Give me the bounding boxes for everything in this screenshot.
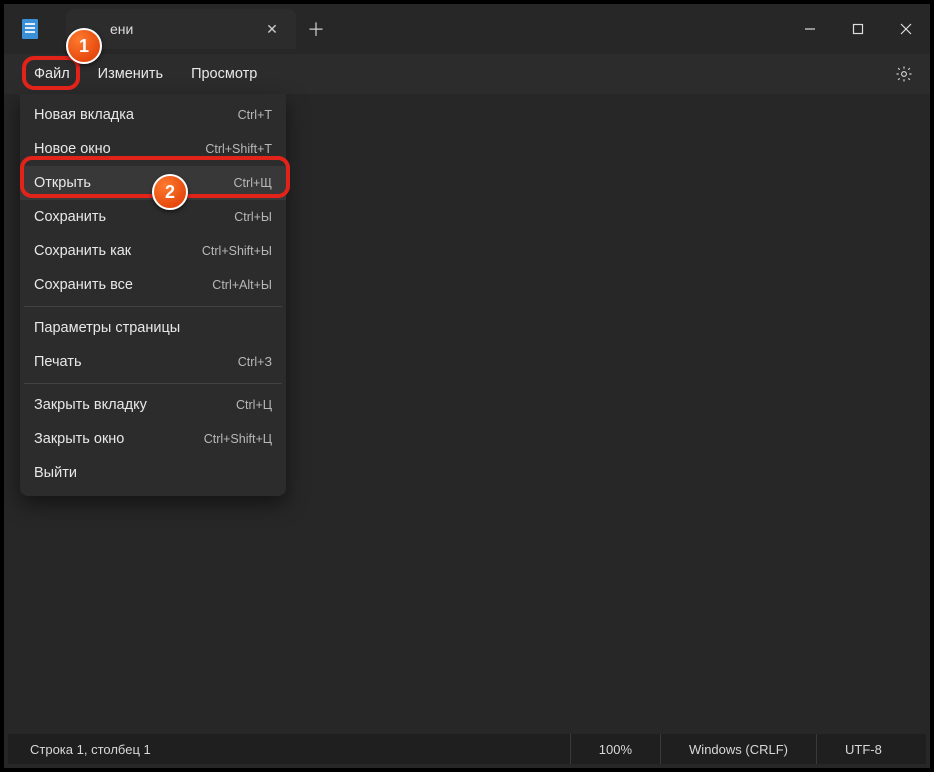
menu-item-label: Параметры страницы [34,320,180,336]
menu-item-shortcut: Ctrl+Shift+T [205,142,272,156]
status-zoom[interactable]: 100% [570,734,660,764]
new-tab-button[interactable]: ＋ [296,9,336,49]
status-encoding[interactable]: UTF-8 [816,734,926,764]
maximize-button[interactable] [834,4,882,54]
file-menu-item[interactable]: Открыть Ctrl+Щ [20,166,286,200]
file-menu-item[interactable]: Закрыть вкладку Ctrl+Ц [20,388,286,422]
minimize-button[interactable] [786,4,834,54]
menu-item-label: Новая вкладка [34,107,134,123]
tab-title: ени [110,21,133,37]
menu-item-label: Сохранить все [34,277,133,293]
tab-close-button[interactable]: ✕ [260,17,284,41]
menu-file[interactable]: Файл [20,60,84,88]
file-menu-item[interactable]: Печать Ctrl+З [20,345,286,379]
menu-item-shortcut: Ctrl+Ы [234,210,272,224]
menu-item-shortcut: Ctrl+Alt+Ы [212,278,272,292]
file-menu-item[interactable]: Закрыть окно Ctrl+Shift+Ц [20,422,286,456]
menu-separator [24,306,282,307]
menu-item-label: Сохранить как [34,243,131,259]
menu-separator [24,383,282,384]
gear-icon [895,65,913,83]
status-line-ending[interactable]: Windows (CRLF) [660,734,816,764]
menu-edit[interactable]: Изменить [84,60,177,88]
menu-item-label: Открыть [34,175,91,191]
file-menu-item[interactable]: Сохранить как Ctrl+Shift+Ы [20,234,286,268]
menu-item-shortcut: Ctrl+Щ [234,176,272,190]
file-menu-item[interactable]: Новая вкладка Ctrl+T [20,98,286,132]
window-controls [786,4,930,54]
menu-item-label: Печать [34,354,82,370]
file-menu-item[interactable]: Параметры страницы [20,311,286,345]
menu-item-shortcut: Ctrl+Ц [236,398,272,412]
menu-item-label: Закрыть вкладку [34,397,147,413]
statusbar: Строка 1, столбец 1 100% Windows (CRLF) … [8,734,926,764]
tab-current[interactable]: ени ✕ [66,9,296,49]
menu-item-label: Новое окно [34,141,111,157]
menu-item-label: Закрыть окно [34,431,124,447]
titlebar: ени ✕ ＋ [4,4,930,54]
status-cursor-position[interactable]: Строка 1, столбец 1 [8,742,151,757]
menubar: Файл Изменить Просмотр [4,54,930,94]
menu-item-shortcut: Ctrl+Shift+Ы [202,244,272,258]
file-menu-item[interactable]: Выйти [20,456,286,490]
notepad-icon [22,19,38,39]
file-menu-item[interactable]: Сохранить все Ctrl+Alt+Ы [20,268,286,302]
file-menu-dropdown: Новая вкладка Ctrl+T Новое окно Ctrl+Shift+… [20,94,286,496]
menu-item-shortcut: Ctrl+Shift+Ц [204,432,272,446]
menu-view[interactable]: Просмотр [177,60,271,88]
file-menu-item[interactable]: Сохранить Ctrl+Ы [20,200,286,234]
settings-button[interactable] [888,58,920,90]
menu-item-label: Сохранить [34,209,106,225]
menu-item-shortcut: Ctrl+T [238,108,272,122]
file-menu-item[interactable]: Новое окно Ctrl+Shift+T [20,132,286,166]
menu-item-label: Выйти [34,465,77,481]
close-window-button[interactable] [882,4,930,54]
menu-item-shortcut: Ctrl+З [238,355,272,369]
app-window: ени ✕ ＋ Файл Изменить Просмотр [0,0,934,772]
